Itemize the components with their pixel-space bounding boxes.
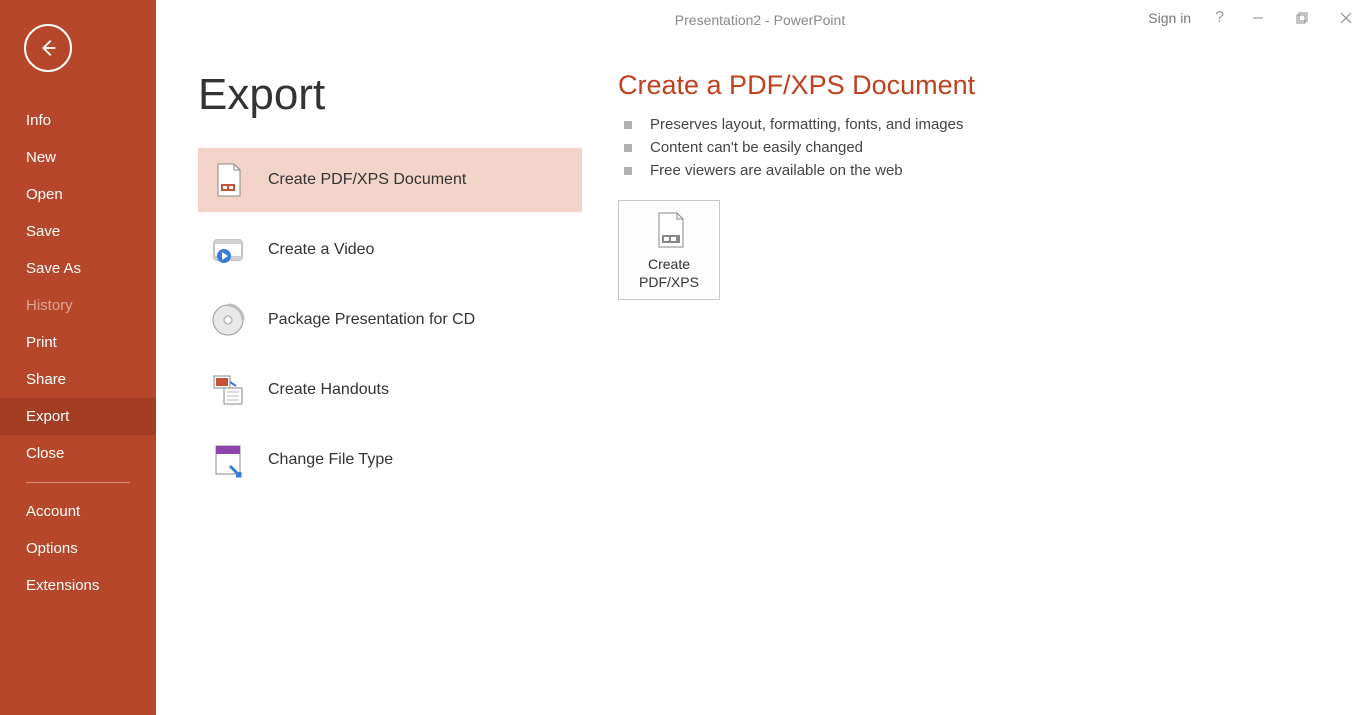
cd-icon <box>210 302 246 338</box>
detail-bullet: Content can't be easily changed <box>618 136 975 159</box>
export-option-pdfxps[interactable]: Create PDF/XPS Document <box>198 148 582 212</box>
export-option-handouts[interactable]: Create Handouts <box>198 358 582 422</box>
sidebar-item-info[interactable]: Info <box>0 102 156 139</box>
sidebar-item-account[interactable]: Account <box>0 493 156 530</box>
export-option-filetype[interactable]: Change File Type <box>198 428 582 492</box>
close-window-button[interactable] <box>1336 8 1356 28</box>
close-icon <box>1340 12 1352 24</box>
sidebar-menu: Info New Open Save Save As History Print… <box>0 102 156 604</box>
detail-bullet: Free viewers are available on the web <box>618 159 975 182</box>
export-option-label: Create PDF/XPS Document <box>268 171 466 189</box>
pdf-document-icon <box>649 211 689 249</box>
action-button-label: CreatePDF/XPS <box>639 255 699 291</box>
sidebar-separator <box>26 482 130 483</box>
export-left-column: Export Create PDF/XPS Document Create a … <box>198 70 582 498</box>
sidebar-item-history: History <box>0 287 156 324</box>
sidebar-item-export[interactable]: Export <box>0 398 156 435</box>
export-main: Export Create PDF/XPS Document Create a … <box>156 0 1364 498</box>
sidebar-item-close[interactable]: Close <box>0 435 156 472</box>
page-title: Export <box>198 70 582 120</box>
back-button[interactable] <box>24 24 72 72</box>
arrow-left-icon <box>37 37 59 59</box>
export-detail-pane: Create a PDF/XPS Document Preserves layo… <box>618 70 975 498</box>
filetype-icon <box>210 442 246 478</box>
help-button[interactable]: ? <box>1215 9 1224 27</box>
export-option-label: Create a Video <box>268 241 374 259</box>
sidebar-item-new[interactable]: New <box>0 139 156 176</box>
export-option-label: Change File Type <box>268 451 393 469</box>
backstage-view: Info New Open Save Save As History Print… <box>0 0 1364 715</box>
sidebar-item-save[interactable]: Save <box>0 213 156 250</box>
video-icon <box>210 232 246 268</box>
sign-in-link[interactable]: Sign in <box>1148 10 1191 26</box>
detail-title: Create a PDF/XPS Document <box>618 70 975 101</box>
pdf-document-icon <box>210 162 246 198</box>
sidebar-item-share[interactable]: Share <box>0 361 156 398</box>
sidebar-item-open[interactable]: Open <box>0 176 156 213</box>
sidebar-item-options[interactable]: Options <box>0 530 156 567</box>
export-option-video[interactable]: Create a Video <box>198 218 582 282</box>
export-option-label: Package Presentation for CD <box>268 311 475 329</box>
restore-button[interactable] <box>1292 8 1312 28</box>
titlebar: Presentation2 - PowerPoint Sign in ? <box>156 0 1364 40</box>
minimize-button[interactable] <box>1248 8 1268 28</box>
handouts-icon <box>210 372 246 408</box>
export-options-list: Create PDF/XPS Document Create a Video P… <box>198 148 582 498</box>
create-pdfxps-button[interactable]: CreatePDF/XPS <box>618 200 720 300</box>
titlebar-right: Sign in ? <box>1148 8 1356 28</box>
detail-bullets: Preserves layout, formatting, fonts, and… <box>618 113 975 182</box>
export-option-cd[interactable]: Package Presentation for CD <box>198 288 582 352</box>
sidebar-item-extensions[interactable]: Extensions <box>0 567 156 604</box>
sidebar-item-save-as[interactable]: Save As <box>0 250 156 287</box>
content-pane: Presentation2 - PowerPoint Sign in ? Exp… <box>156 0 1364 715</box>
export-option-label: Create Handouts <box>268 381 389 399</box>
sidebar-item-print[interactable]: Print <box>0 324 156 361</box>
minimize-icon <box>1252 12 1264 24</box>
window-title: Presentation2 - PowerPoint <box>675 12 845 28</box>
restore-icon <box>1296 12 1308 24</box>
backstage-sidebar: Info New Open Save Save As History Print… <box>0 0 156 715</box>
detail-bullet: Preserves layout, formatting, fonts, and… <box>618 113 975 136</box>
